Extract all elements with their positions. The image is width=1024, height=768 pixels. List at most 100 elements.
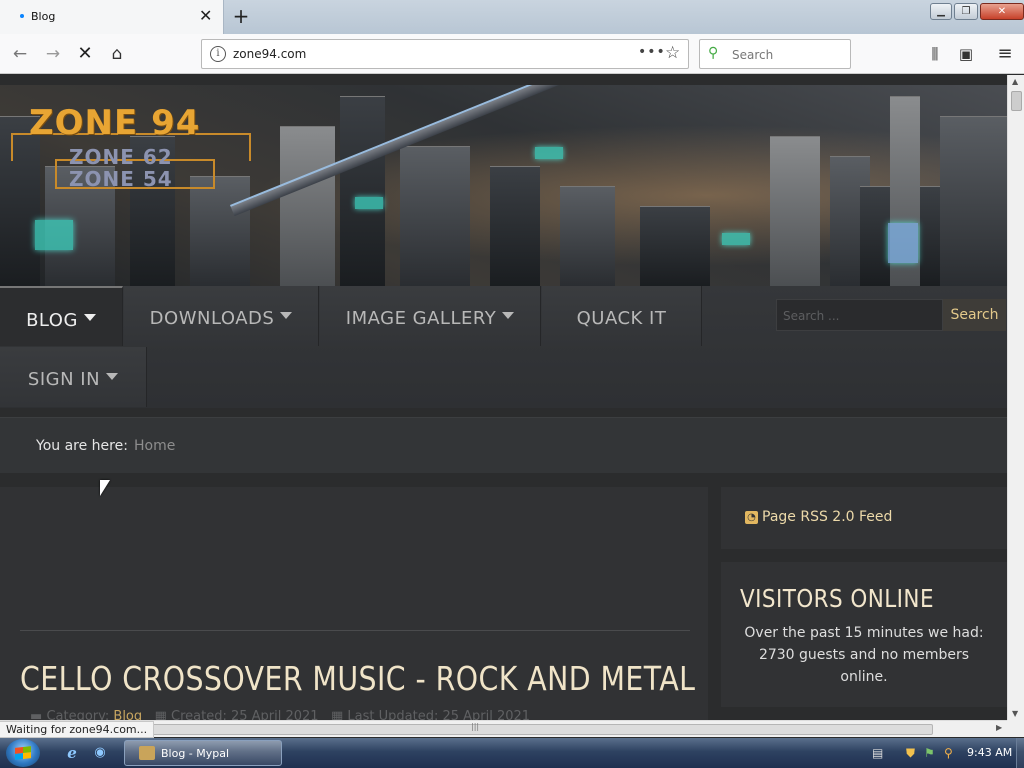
menu-item-downloads[interactable]: DOWNLOADS [124,286,319,346]
rss-module: ◔ Page RSS 2.0 Feed [721,487,1007,549]
divider [20,630,690,631]
calendar-icon: ▦ [330,709,344,720]
menu-item-blog[interactable]: BLOG [0,286,123,346]
calendar-icon: ▦ [154,709,167,720]
article-title[interactable]: CELLO CROSSOVER MUSIC - ROCK AND METAL [20,659,695,698]
main-content: CELLO CROSSOVER MUSIC - ROCK AND METAL ▬… [0,487,708,720]
building-shape [490,166,540,286]
info-icon[interactable]: i [210,46,226,62]
caret-down-icon [83,314,96,321]
keyboard-icon[interactable]: ▤ [872,746,883,760]
building-shape [640,206,710,286]
network-icon[interactable]: ⚑ [924,746,935,760]
scroll-up-icon[interactable]: ▲ [1012,77,1018,86]
windows-logo-icon [15,746,31,760]
category-label: Category: [46,709,110,720]
site-logo[interactable]: ZONE 94 ZONE 62 ZONE 54 [11,103,251,193]
library-icon[interactable]: ⫼ [923,42,947,66]
building-shape [340,96,385,286]
menu-item-image-gallery[interactable]: IMAGE GALLERY [320,286,541,346]
close-window-button[interactable]: ✕ [980,3,1024,20]
scroll-down-icon[interactable]: ▼ [1012,709,1018,718]
navigation-toolbar: ← → ✕ ⌂ i zone94.com ••• ☆ ⚲ Search ⫼ ▣ … [0,34,1024,74]
breadcrumb: You are here: Home [0,417,1007,473]
scroll-corner [1007,720,1024,737]
breadcrumb-prefix: You are here: [36,438,128,454]
menu-item-label: IMAGE GALLERY [345,308,497,329]
internet-explorer-icon[interactable]: e [62,744,82,762]
created-date: Created: 25 April 2021 [171,709,319,720]
show-desktop-button[interactable] [1016,738,1024,768]
sidebar-icon[interactable]: ▣ [954,42,978,66]
stop-icon[interactable]: ✕ [73,42,97,66]
system-tray: ▤ ⛊ ⚑ ⚲ 9:43 AM [866,738,1024,768]
scroll-thumb[interactable] [1011,91,1022,111]
neon-sign-shape [888,223,918,263]
caret-down-icon [502,312,515,319]
neon-sign-shape [722,233,750,245]
scroll-right-icon[interactable]: ▶ [996,723,1002,732]
breadcrumb-home: Home [134,438,176,454]
caret-down-icon [280,312,293,319]
mouse-cursor [100,480,110,496]
mypal-icon [139,746,155,760]
caret-down-icon [106,373,119,380]
menu-item-label: BLOG [26,310,78,331]
menu-item-label: QUACK IT [576,308,667,329]
search-placeholder: Search [732,48,774,62]
rss-icon: ◔ [745,511,758,524]
tab-strip: Blog ✕ + ▁ ❐ ✕ [0,0,1024,34]
menu-item-label: DOWNLOADS [149,308,275,329]
visitors-text: Over the past 15 minutes we had: 2730 gu… [744,625,984,685]
menu-item-label: SIGN IN [27,369,101,390]
building-shape [940,116,1007,286]
tab-title: Blog [31,10,56,23]
browser-tab[interactable]: Blog ✕ [0,0,224,34]
main-menu: BLOG DOWNLOADS IMAGE GALLERY QUACK IT SI… [0,286,1007,408]
site-search-button[interactable]: Search [943,299,1006,331]
neon-sign-shape [355,197,383,209]
browser-search-input[interactable]: ⚲ Search [699,39,851,69]
building-shape [400,146,470,286]
loading-indicator-icon [20,14,24,18]
taskbar-item-mypal[interactable]: Blog - Mypal [124,740,282,766]
scroll-grip-icon: ||| [471,722,480,731]
bookmark-star-icon[interactable]: ☆ [665,43,680,63]
rss-feed-link[interactable]: Page RSS 2.0 Feed [762,509,892,525]
page-actions-icon[interactable]: ••• [638,44,666,60]
logo-subtitle: ZONE 54 [69,167,173,191]
building-shape [560,186,615,286]
logo-title: ZONE 94 [29,103,201,143]
taskbar-item-label: Blog - Mypal [161,747,230,760]
folder-icon: ▬ [30,709,43,720]
new-tab-icon[interactable]: + [230,5,252,27]
site-search-input[interactable]: Search ... [776,299,943,331]
security-shield-icon[interactable]: ⛊ [906,746,915,761]
browser-icon[interactable]: ◉ [90,744,110,762]
restore-button[interactable]: ❐ [954,3,978,20]
site-search-placeholder: Search ... [783,309,840,323]
neon-sign-shape [35,220,73,250]
back-icon[interactable]: ← [8,42,32,66]
vertical-scrollbar[interactable]: ▲ ▼ [1007,75,1024,720]
updated-date: Last Updated: 25 April 2021 [347,709,531,720]
address-text[interactable]: zone94.com [233,47,306,61]
status-bar: Waiting for zone94.com... [0,721,155,738]
close-tab-icon[interactable]: ✕ [199,7,212,25]
address-bar[interactable]: i zone94.com ••• ☆ [201,39,689,69]
forward-icon[interactable]: → [41,42,65,66]
menu-item-sign-in[interactable]: SIGN IN [0,347,147,407]
menu-item-quack-it[interactable]: QUACK IT [542,286,702,346]
building-shape [280,126,335,286]
clock[interactable]: 9:43 AM [967,746,1012,759]
minimize-button[interactable]: ▁ [930,3,952,20]
home-icon[interactable]: ⌂ [105,42,129,66]
hamburger-menu-icon[interactable]: ≡ [993,42,1017,66]
start-button[interactable] [6,739,40,767]
neon-sign-shape [535,147,563,159]
category-link[interactable]: Blog [113,709,142,720]
search-icon: ⚲ [708,45,719,61]
logo-subtitle: ZONE 62 [69,145,173,169]
search-tray-icon[interactable]: ⚲ [944,746,953,760]
article-meta: ▬ Category: Blog ▦ Created: 25 April 202… [30,709,530,720]
